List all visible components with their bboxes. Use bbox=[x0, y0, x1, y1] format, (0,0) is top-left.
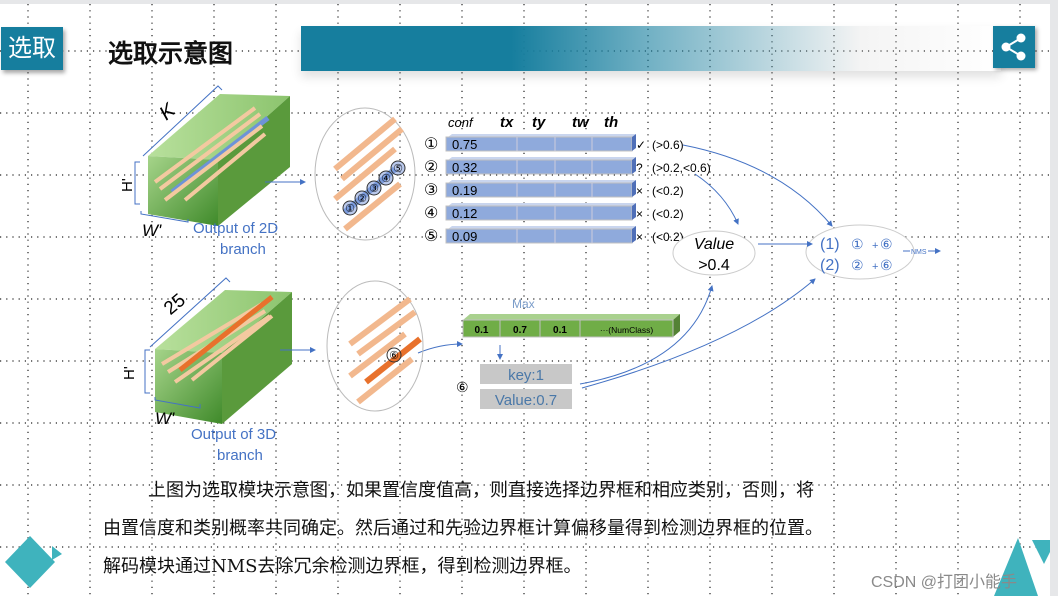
selection-diagram: K H' W' Output of 2D branch ①②③④⑤ ① 0.75 ✓… bbox=[119, 85, 941, 464]
column-header: ty bbox=[532, 114, 546, 131]
slide: 选取 选取示意图 K H' W' Output of 2D branch ① ②… bbox=[0, 4, 1050, 596]
cube-caption: Output of 2D bbox=[193, 220, 278, 237]
box-range: (<0.2) bbox=[652, 184, 684, 198]
result-ellipse: (1) ① + ⑥ (2) ② + ⑥ bbox=[805, 224, 915, 280]
nms-label: NMS bbox=[911, 249, 927, 256]
box-index: ④ bbox=[424, 205, 438, 222]
box-row: ④ 0.12 × (<0.2) bbox=[424, 203, 684, 222]
paragraph-line: 上图为选取模块示意图，如果置信度值高，则直接选择边界框和相应类别，否则，将 bbox=[148, 480, 814, 501]
key-label: key:1 bbox=[508, 367, 544, 384]
svg-text:⑥: ⑥ bbox=[880, 257, 893, 273]
watermark: CSDN @打团小能手 bbox=[871, 574, 1018, 591]
output-3d-cube: 25 H' W' Output of 3D branch bbox=[121, 277, 292, 464]
anchor-label: ② bbox=[357, 193, 367, 205]
class-prob-value: 0.7 bbox=[513, 325, 527, 336]
anchor-ellipse-2d: ①②③④⑤ bbox=[314, 107, 416, 241]
class-prob-value: 0.1 bbox=[475, 325, 489, 336]
box-mark: × bbox=[636, 230, 643, 244]
box-row: ⑤ 0.09 × (<0.2) bbox=[424, 226, 684, 245]
box-conf: 0.12 bbox=[452, 206, 477, 221]
anchor-label: ⑤ bbox=[393, 163, 403, 175]
box-mark: × bbox=[636, 207, 643, 221]
anchor-label: ① bbox=[345, 203, 355, 215]
value-label: Value:0.7 bbox=[495, 392, 557, 409]
cube-caption: Output of 3D bbox=[191, 426, 276, 443]
box-index: ① bbox=[424, 136, 438, 153]
svg-text:(1): (1) bbox=[820, 236, 840, 253]
value-threshold-ellipse: Value >0.4 bbox=[672, 230, 756, 276]
width-label: W' bbox=[142, 221, 162, 240]
paragraph-line: 解码模块通过NMS去除冗余检测边界框，得到检测边界框。 bbox=[103, 556, 582, 577]
paragraph-line: 由置信度和类别概率共同确定。然后通过和先验边界框计算偏移量得到检测边界框的位置。 bbox=[103, 518, 823, 539]
svg-text:⑥: ⑥ bbox=[389, 350, 399, 362]
box-index: ⑤ bbox=[424, 228, 438, 245]
box-conf: 0.09 bbox=[452, 229, 477, 244]
class-probability-bar: 0.1 0.7 0.1 ···(NumClass) bbox=[462, 314, 680, 338]
box-range: (>0.6) bbox=[652, 138, 684, 152]
class-prob-value: ···(NumClass) bbox=[600, 325, 654, 335]
box-range: (>0.2,<0.6) bbox=[652, 161, 711, 175]
box-conf: 0.32 bbox=[452, 160, 477, 175]
output-2d-cube: K H' W' Output of 2D branch bbox=[119, 85, 290, 258]
svg-text:①: ① bbox=[851, 236, 864, 252]
svg-text:(2): (2) bbox=[820, 257, 840, 274]
column-header: conf bbox=[448, 115, 474, 130]
column-header: tx bbox=[500, 114, 514, 131]
corner-decoration-left bbox=[5, 536, 62, 588]
column-header: tw bbox=[572, 114, 590, 131]
box-mark: × bbox=[636, 184, 643, 198]
height-label: H' bbox=[121, 366, 138, 380]
width-label: W' bbox=[155, 409, 175, 428]
svg-text:⑥: ⑥ bbox=[880, 236, 893, 252]
svg-text:②: ② bbox=[851, 257, 864, 273]
column-header: th bbox=[604, 114, 618, 131]
class-index: ⑥ bbox=[456, 379, 469, 395]
svg-text:Value: Value bbox=[694, 236, 734, 253]
cube-caption: branch bbox=[220, 241, 266, 258]
cube-caption: branch bbox=[217, 447, 263, 464]
max-label: Max bbox=[512, 297, 535, 311]
box-row: ② 0.32? (>0.2,<0.6) bbox=[424, 157, 711, 176]
anchor-label: ④ bbox=[381, 173, 391, 185]
box-conf: 0.19 bbox=[452, 183, 477, 198]
class-prob-value: 0.1 bbox=[553, 325, 567, 336]
box-mark: ✓ bbox=[636, 138, 646, 152]
box-row: ③ 0.19 × (<0.2) bbox=[424, 180, 684, 199]
box-index: ② bbox=[424, 159, 438, 176]
box-mark: ? bbox=[636, 161, 643, 175]
box-table-headers: conf tx ty tw th bbox=[448, 114, 618, 131]
box-table: ① 0.75 ✓ (>0.6) ② 0.32? (>0.2,<0.6) ③ 0.19 × (<0.2… bbox=[424, 134, 711, 245]
anchor-ellipse-3d: ⑥ bbox=[326, 280, 424, 412]
depth-label: K bbox=[155, 98, 181, 124]
box-range: (<0.2) bbox=[652, 207, 684, 221]
box-index: ③ bbox=[424, 182, 438, 199]
height-label: H' bbox=[119, 178, 136, 192]
box-conf: 0.75 bbox=[452, 137, 477, 152]
anchor-label: ③ bbox=[369, 183, 379, 195]
svg-text:+: + bbox=[872, 261, 878, 273]
svg-text:+: + bbox=[872, 240, 878, 252]
svg-text:>0.4: >0.4 bbox=[698, 257, 730, 274]
box-row: ① 0.75 ✓ (>0.6) bbox=[424, 134, 684, 153]
